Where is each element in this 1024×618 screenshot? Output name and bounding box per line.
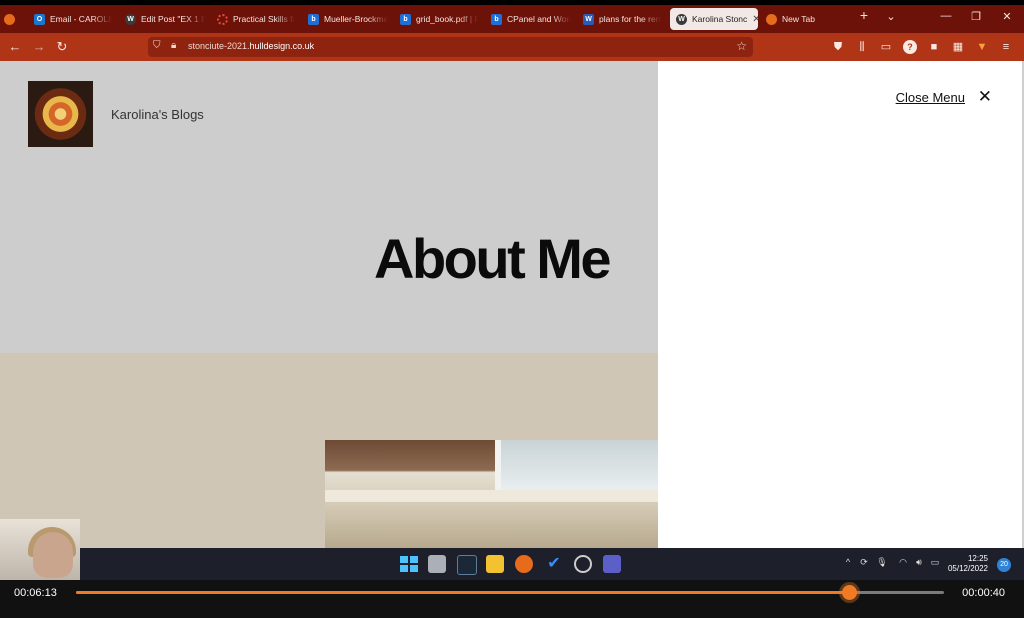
taskbar: ✔ ^ ⟳ 🎙︎ ◠ 🔊︎ ▭ 12:25 05/12/2022 20 [0,548,1024,580]
tab-edit-post[interactable]: W Edit Post "EX 1 Ba [125,8,205,30]
hero-section: Karolina's Blogs About Me [0,61,658,353]
firefox-icon [766,13,777,25]
word-icon: W [583,13,594,25]
firefox-taskbar-icon[interactable] [515,555,533,573]
extension-icon[interactable]: ■ [927,40,941,54]
outlook-icon: O [34,13,45,25]
library-icon[interactable]: ⫼ [855,40,869,54]
close-icon[interactable]: ✕ [978,87,992,107]
new-tab-plus-icon[interactable]: + [854,7,874,23]
tab-new-tab[interactable]: New Tab [766,8,846,30]
tab-karolina-active[interactable]: W Karolina Stonc ✕ [670,8,758,30]
minimize-icon[interactable]: — [936,10,956,22]
restore-icon[interactable]: ❐ [966,10,986,23]
nav-bar: ← → ↻ ⛉ 🔒︎ stonciute-2021.hulldesign.co.… [0,33,1024,61]
tab-label: grid_book.pdf | Po [416,14,478,24]
reload-icon[interactable]: ↻ [53,38,71,56]
grid-extension-icon[interactable]: ▦ [951,40,965,54]
pocket-icon[interactable]: ⛊ [831,40,845,54]
box-icon: b [491,13,502,25]
hamburger-menu-icon[interactable]: ≡ [999,40,1013,54]
menu-panel: Close Menu ✕ [658,61,1024,548]
tab-plans[interactable]: W plans for the rem [583,8,661,30]
tab-cpanel[interactable]: b CPanel and Word [491,8,571,30]
remaining-time: 00:00:40 [962,587,1005,599]
tab-label: Mueller-Brockma [324,14,388,24]
microphone-icon[interactable]: 🎙︎ [875,557,889,568]
tab-email[interactable]: O Email - CAROLIN [34,8,112,30]
clock-date: 05/12/2022 [947,564,988,573]
taskbar-clock[interactable]: 12:25 05/12/2022 [948,554,988,574]
todo-icon[interactable]: ✔ [545,555,563,573]
close-menu-link[interactable]: Close Menu [896,90,965,105]
photo-sill [325,490,658,502]
file-explorer-icon[interactable] [486,555,504,573]
tab-label: plans for the rem [599,14,661,24]
tab-grid-book[interactable]: b grid_book.pdf | Po [400,8,478,30]
lock-icon: 🔒︎ [171,40,177,51]
address-bar[interactable]: ⛉ 🔒︎ stonciute-2021.hulldesign.co.uk ☆ [148,37,753,57]
steam-icon[interactable] [457,555,477,575]
box-icon: b [308,13,319,25]
back-icon[interactable]: ← [6,38,24,56]
firefox-menu-icon[interactable] [4,8,20,30]
webcam-face [33,532,73,578]
tab-label: CPanel and Word [507,14,571,24]
task-view-icon[interactable] [428,555,446,573]
sync-icon[interactable]: ⟳ [857,557,871,568]
wordpress-icon: W [676,13,687,25]
seek-handle[interactable] [841,585,857,600]
wordpress-icon: W [125,13,136,25]
tab-label: Practical Skills for [233,14,295,24]
wifi-icon[interactable]: ◠ [896,557,910,568]
tray-chevron-icon[interactable]: ^ [841,557,855,567]
trash-extension-icon[interactable]: ▼ [975,40,989,54]
url-domain: hulldesign.co.uk [249,41,315,51]
help-icon[interactable]: ? [903,40,917,54]
close-tab-icon[interactable]: ✕ [752,14,758,25]
tab-strip: O Email - CAROLIN W Edit Post "EX 1 Ba P… [0,5,1024,33]
site-name[interactable]: Karolina's Blogs [111,107,204,122]
url-text: stonciute-2021.hulldesign.co.uk [188,41,314,51]
url-prefix: stonciute-2021. [188,41,250,51]
box-icon: b [400,13,411,25]
tab-label: New Tab [782,14,815,24]
tab-label: Email - CAROLIN [50,14,112,24]
web-page: Karolina's Blogs About Me Close Menu ✕ [0,61,1024,548]
battery-icon[interactable]: ▭ [928,557,942,568]
volume-icon[interactable]: 🔊︎ [912,557,926,568]
obs-icon[interactable] [574,555,592,573]
list-tabs-chevron-icon[interactable]: ⌄ [881,10,901,23]
elapsed-time: 00:06:13 [14,587,57,599]
seek-progress [76,591,849,594]
tab-label: Karolina Stonc [692,14,748,24]
photo-window [495,440,658,496]
tab-practical-skills[interactable]: Practical Skills for [217,8,295,30]
seek-bar[interactable] [76,585,944,600]
webcam-overlay [0,519,80,580]
windows-start-icon[interactable] [399,555,418,573]
bookmark-star-icon[interactable]: ☆ [736,39,747,53]
featured-photo [325,440,658,548]
teams-icon[interactable] [603,555,621,573]
window-close-icon[interactable]: ✕ [997,10,1017,23]
notification-badge[interactable]: 20 [997,558,1011,572]
clock-time: 12:25 [967,554,988,563]
video-player-bar: 00:06:13 00:00:40 [0,580,1024,618]
tab-label: Edit Post "EX 1 Ba [141,14,205,24]
tab-mueller-brockmann[interactable]: b Mueller-Brockma [308,8,388,30]
site-logo[interactable] [28,81,93,147]
shield-icon[interactable]: ⛉ [153,40,161,51]
sidebar-icon[interactable]: ▭ [879,40,893,54]
spinner-icon [217,13,228,25]
page-title: About Me [374,227,612,290]
forward-icon[interactable]: → [30,38,48,56]
